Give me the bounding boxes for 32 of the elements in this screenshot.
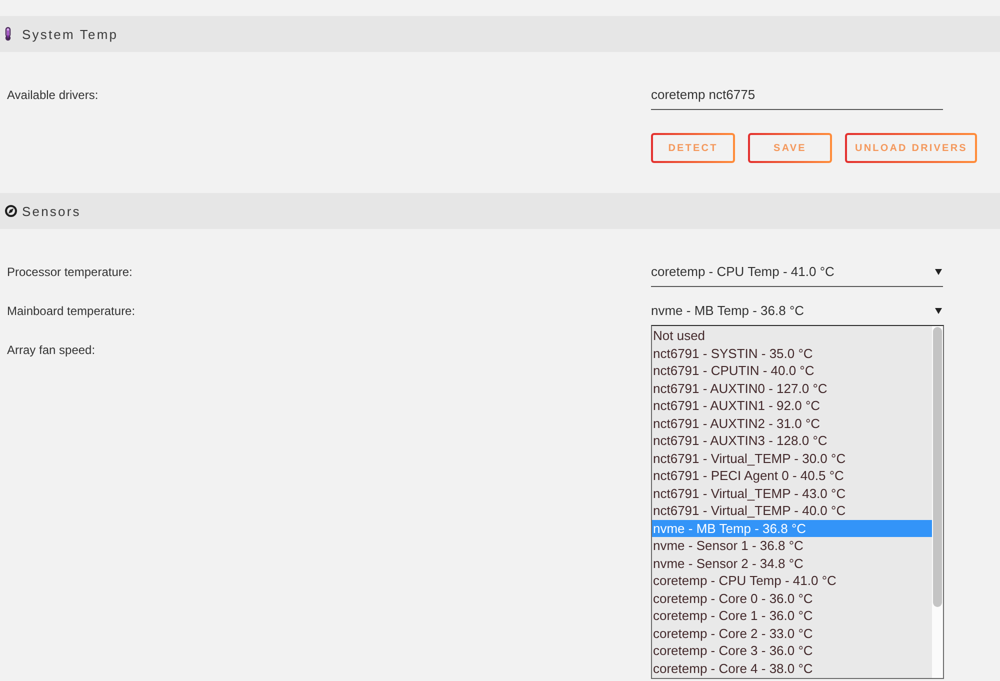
dropdown-option[interactable]: nct6791 - PECI Agent 0 - 40.5 °C	[652, 467, 932, 484]
dropdown-option[interactable]: nct6791 - AUXTIN2 - 31.0 °C	[652, 414, 932, 432]
section-title: System Temp	[22, 26, 118, 42]
dropdown-option[interactable]: nct6791 - AUXTIN0 - 127.0 °C	[652, 380, 932, 397]
dropdown-option[interactable]: nct6791 - AUXTIN1 - 92.0 °C	[652, 397, 932, 414]
caret-icon	[935, 268, 942, 274]
field-label: Processor temperature:	[7, 265, 134, 279]
field-label: Array fan speed:	[7, 343, 96, 357]
thermometer-icon	[4, 27, 12, 41]
field-label: Mainboard temperature:	[7, 304, 136, 318]
section-title: Sensors	[22, 204, 81, 218]
scrollbar[interactable]	[932, 326, 943, 678]
dropdown-option[interactable]: coretemp - Core 4 - 38.0 °C	[652, 660, 932, 677]
field-label: Available drivers:	[7, 88, 100, 102]
dropdown-option[interactable]: coretemp - CPU Temp - 41.0 °C	[652, 572, 932, 590]
dropdown-option[interactable]: coretemp - Core 0 - 36.0 °C	[652, 590, 932, 607]
dropdown-option[interactable]: coretemp - Core 3 - 36.0 °C	[652, 642, 932, 660]
dropdown-option[interactable]: nvme - Sensor 2 - 34.8 °C	[652, 554, 932, 572]
dropdown-option[interactable]: nct6791 - CPUTIN - 40.0 °C	[652, 362, 932, 380]
dropdown-option[interactable]: coretemp - Core 1 - 36.0 °C	[652, 607, 932, 624]
dropdown-option[interactable]: nvme - Sensor 1 - 36.8 °C	[652, 537, 932, 554]
input-field[interactable]: coretemp nct6775	[651, 80, 943, 110]
compass-icon	[5, 205, 17, 217]
dropdown-field[interactable]: coretemp - CPU Temp - 41.0 °C	[651, 257, 943, 287]
caret-icon	[935, 308, 942, 314]
dropdown-option[interactable]: nct6791 - SYSTIN - 35.0 °C	[652, 344, 932, 362]
dropdown-option[interactable]: nct6791 - AUXTIN3 - 128.0 °C	[652, 432, 932, 450]
dropdown-option[interactable]: nct6791 - Virtual_TEMP - 30.0 °C	[652, 450, 932, 467]
dropdown-option[interactable]: Not used	[652, 327, 932, 344]
dropdown-option[interactable]: coretemp - Core 2 - 33.0 °C	[652, 624, 932, 642]
dropdown-option[interactable]: nct6791 - Virtual_TEMP - 43.0 °C	[652, 484, 932, 502]
dropdown-option[interactable]: nct6791 - Virtual_TEMP - 40.0 °C	[652, 502, 932, 520]
